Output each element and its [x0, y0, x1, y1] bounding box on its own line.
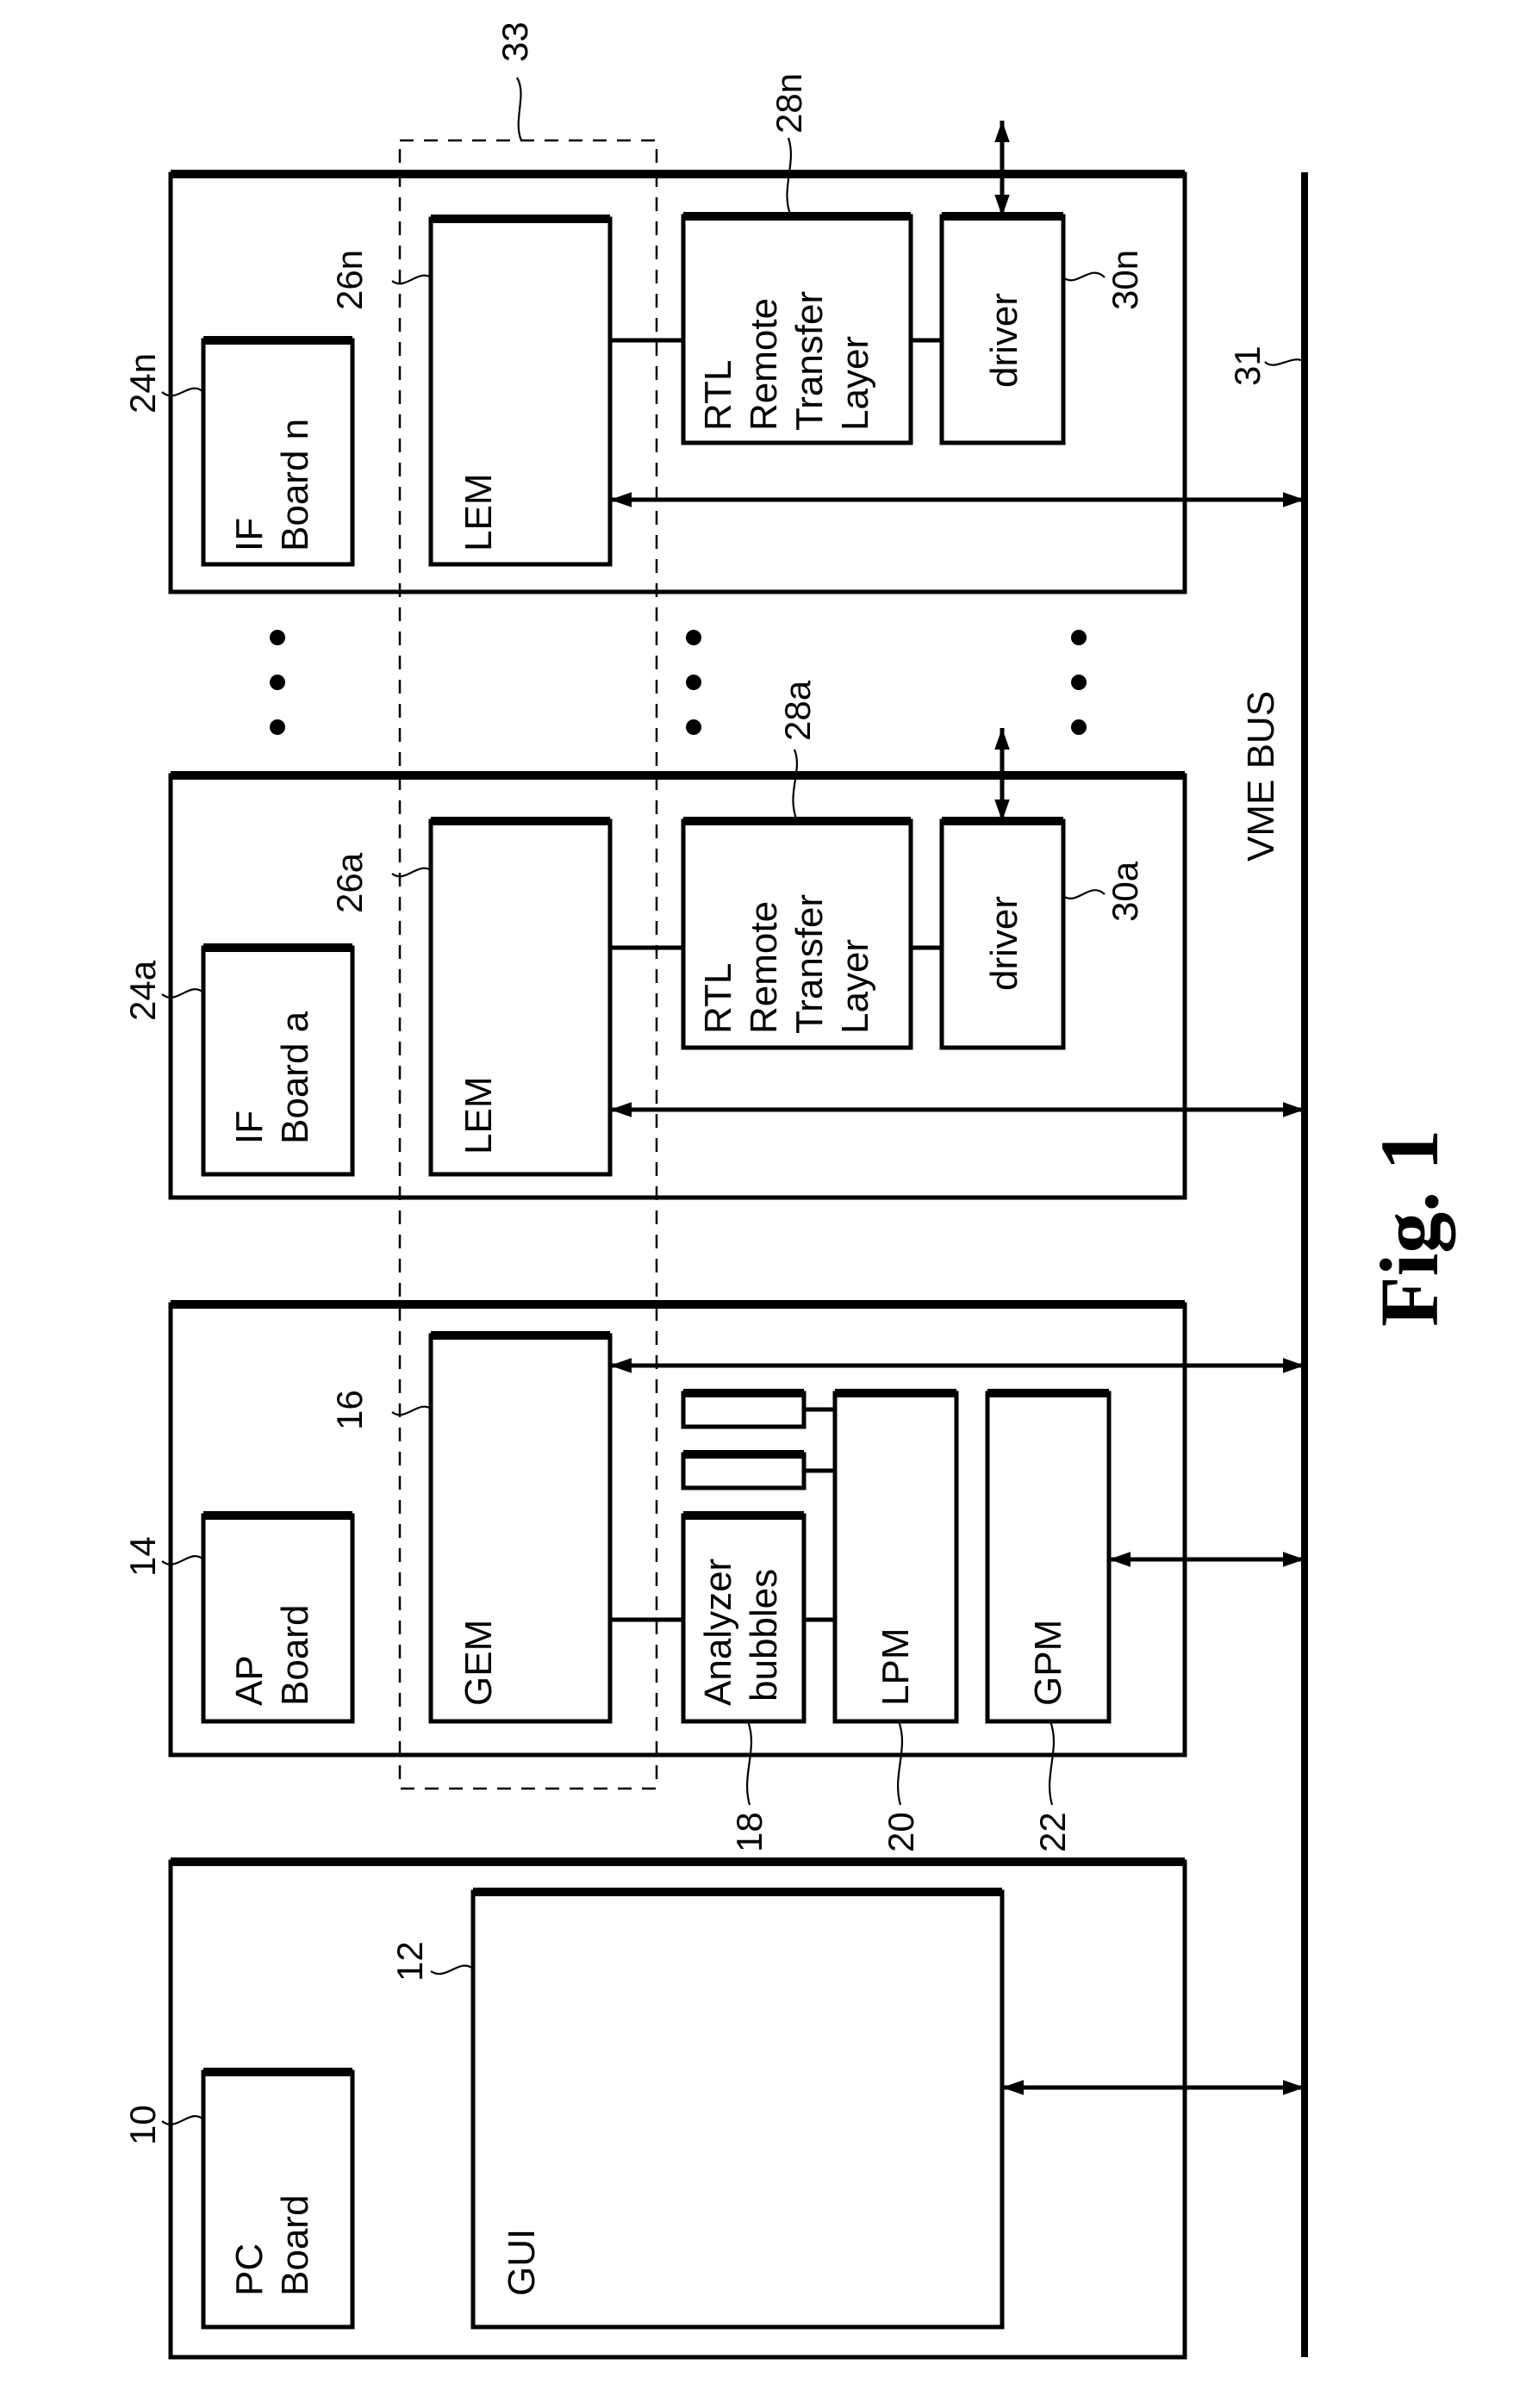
pc-board-ref-leader: [161, 2115, 204, 2125]
rtl-n-ref-label: 28n: [769, 73, 809, 134]
if-board-a-module: IF Board a 24a LEM 26a RTL Remote Transf…: [122, 680, 1305, 1200]
pc-board-label-line1: PC: [228, 2243, 271, 2296]
lpm-label: LPM: [875, 1628, 917, 1706]
analyzer-bubbles-box: Analyzer bubbles: [681, 1511, 807, 1724]
driver-a-label: driver: [983, 896, 1025, 991]
gpm-ref-label: 22: [1032, 1812, 1073, 1852]
if-board-a-ref-leader: [161, 988, 204, 999]
gpm-box: GPM: [985, 1389, 1112, 1724]
driver-a-box: driver: [939, 817, 1066, 1050]
rtl-a-label-line2: Remote: [743, 901, 785, 1034]
event-manager-group-outline: [398, 139, 658, 1790]
if-board-n-box: IF Board n: [201, 336, 355, 567]
gem-ref-leader: [391, 1405, 432, 1416]
gpm-label: GPM: [1027, 1620, 1069, 1706]
gui-label: GUI: [501, 2229, 543, 2296]
lem-n-label: LEM: [458, 474, 500, 551]
pc-board-label-line2: Board: [274, 2195, 316, 2296]
gui-ref-leader: [430, 1964, 474, 1976]
rtl-a-label-line3: Transfer: [788, 894, 831, 1034]
bubble-2: [681, 1452, 807, 1490]
bus-ref-label: 31: [1227, 345, 1268, 386]
if-board-a-label-line2: Board a: [274, 1011, 316, 1144]
gem-box: GEM: [428, 1331, 613, 1724]
driver-n-ref-leader: [1062, 271, 1106, 282]
bubble-1: [681, 1391, 807, 1429]
lem-a-label: LEM: [458, 1077, 500, 1154]
if-board-n-label-line1: IF: [228, 518, 271, 551]
rtl-n-label-line2: Remote: [743, 298, 785, 431]
ap-board-ref-label: 14: [122, 1536, 163, 1577]
group-ref-label: 33: [495, 22, 535, 62]
lem-a-box: LEM: [428, 817, 613, 1177]
pc-board-module: PC Board 10 GUI 12: [122, 1857, 1305, 2360]
group-ref-leader: [516, 77, 523, 141]
rtl-a-label-line4: Layer: [834, 939, 876, 1034]
rtl-a-label-line1: RTL: [697, 963, 739, 1034]
analyzer-ref-label: 18: [729, 1812, 769, 1852]
if-board-a-box: IF Board a: [201, 943, 355, 1177]
ap-board-label-line1: AP: [228, 1655, 271, 1706]
rtl-a-ref-leader: [792, 749, 799, 822]
driver-n-label: driver: [983, 293, 1025, 388]
if-board-n-ref-label: 24n: [122, 353, 163, 414]
rtl-a-box: RTL Remote Transfer Layer: [681, 817, 913, 1050]
rtl-n-label-line3: Transfer: [788, 291, 831, 431]
ap-board-ref-leader: [161, 1555, 204, 1565]
system-block-diagram: VME BUS 31 33 IF Board n 24n LEM 26n RTL…: [122, 22, 1455, 2360]
ellipsis-more-boards: [270, 630, 1087, 735]
gui-ref-label: 12: [389, 1941, 430, 1982]
driver-a-ref-leader: [1062, 889, 1106, 899]
pc-board-ref-label: 10: [122, 2105, 163, 2145]
gem-label: GEM: [458, 1620, 500, 1706]
if-board-n-label-line2: Board n: [274, 419, 316, 551]
bus-ref-leader: [1264, 358, 1305, 366]
driver-n-ref-label: 30n: [1105, 250, 1145, 310]
if-board-a-ref-label: 24a: [122, 960, 163, 1021]
analyzer-ref-leader: [746, 1720, 753, 1806]
analyzer-bubbles-label-line2: bubbles: [743, 1569, 785, 1702]
pc-board-box: PC Board: [201, 2068, 355, 2330]
rtl-n-label-line4: Layer: [834, 336, 876, 431]
if-board-n-module: IF Board n 24n LEM 26n RTL Remote Transf…: [122, 73, 1305, 594]
analyzer-bubbles-label-line1: Analyzer: [697, 1559, 739, 1706]
gpm-ref-leader: [1049, 1720, 1056, 1806]
figure-caption: Fig. 1: [1363, 1129, 1455, 1327]
gui-box: GUI: [470, 1888, 1005, 2330]
ap-board-label-line2: Board: [274, 1605, 316, 1706]
ap-board-box: AP Board: [201, 1511, 355, 1724]
lpm-box: LPM: [832, 1389, 959, 1724]
lpm-ref-label: 20: [881, 1812, 921, 1852]
rtl-n-label-line1: RTL: [697, 360, 739, 431]
lem-n-box: LEM: [428, 215, 613, 567]
if-board-a-label-line1: IF: [228, 1111, 271, 1144]
rtl-a-ref-label: 28a: [777, 680, 818, 741]
vme-bus-label: VME BUS: [1240, 691, 1282, 862]
driver-n-box: driver: [939, 212, 1066, 445]
lpm-ref-leader: [897, 1720, 904, 1806]
lem-a-ref-label: 26a: [329, 852, 370, 913]
gem-ref-label: 16: [329, 1390, 370, 1430]
rtl-n-box: RTL Remote Transfer Layer: [681, 212, 913, 445]
lem-a-ref-leader: [391, 867, 432, 878]
lem-n-ref-label: 26n: [329, 250, 370, 310]
driver-a-ref-label: 30a: [1105, 861, 1145, 922]
ap-board-module: AP Board 14 GEM 16 Analyzer bubbles 18 L…: [122, 1300, 1305, 1852]
lem-n-ref-leader: [391, 274, 432, 285]
if-board-n-ref-leader: [161, 387, 204, 397]
